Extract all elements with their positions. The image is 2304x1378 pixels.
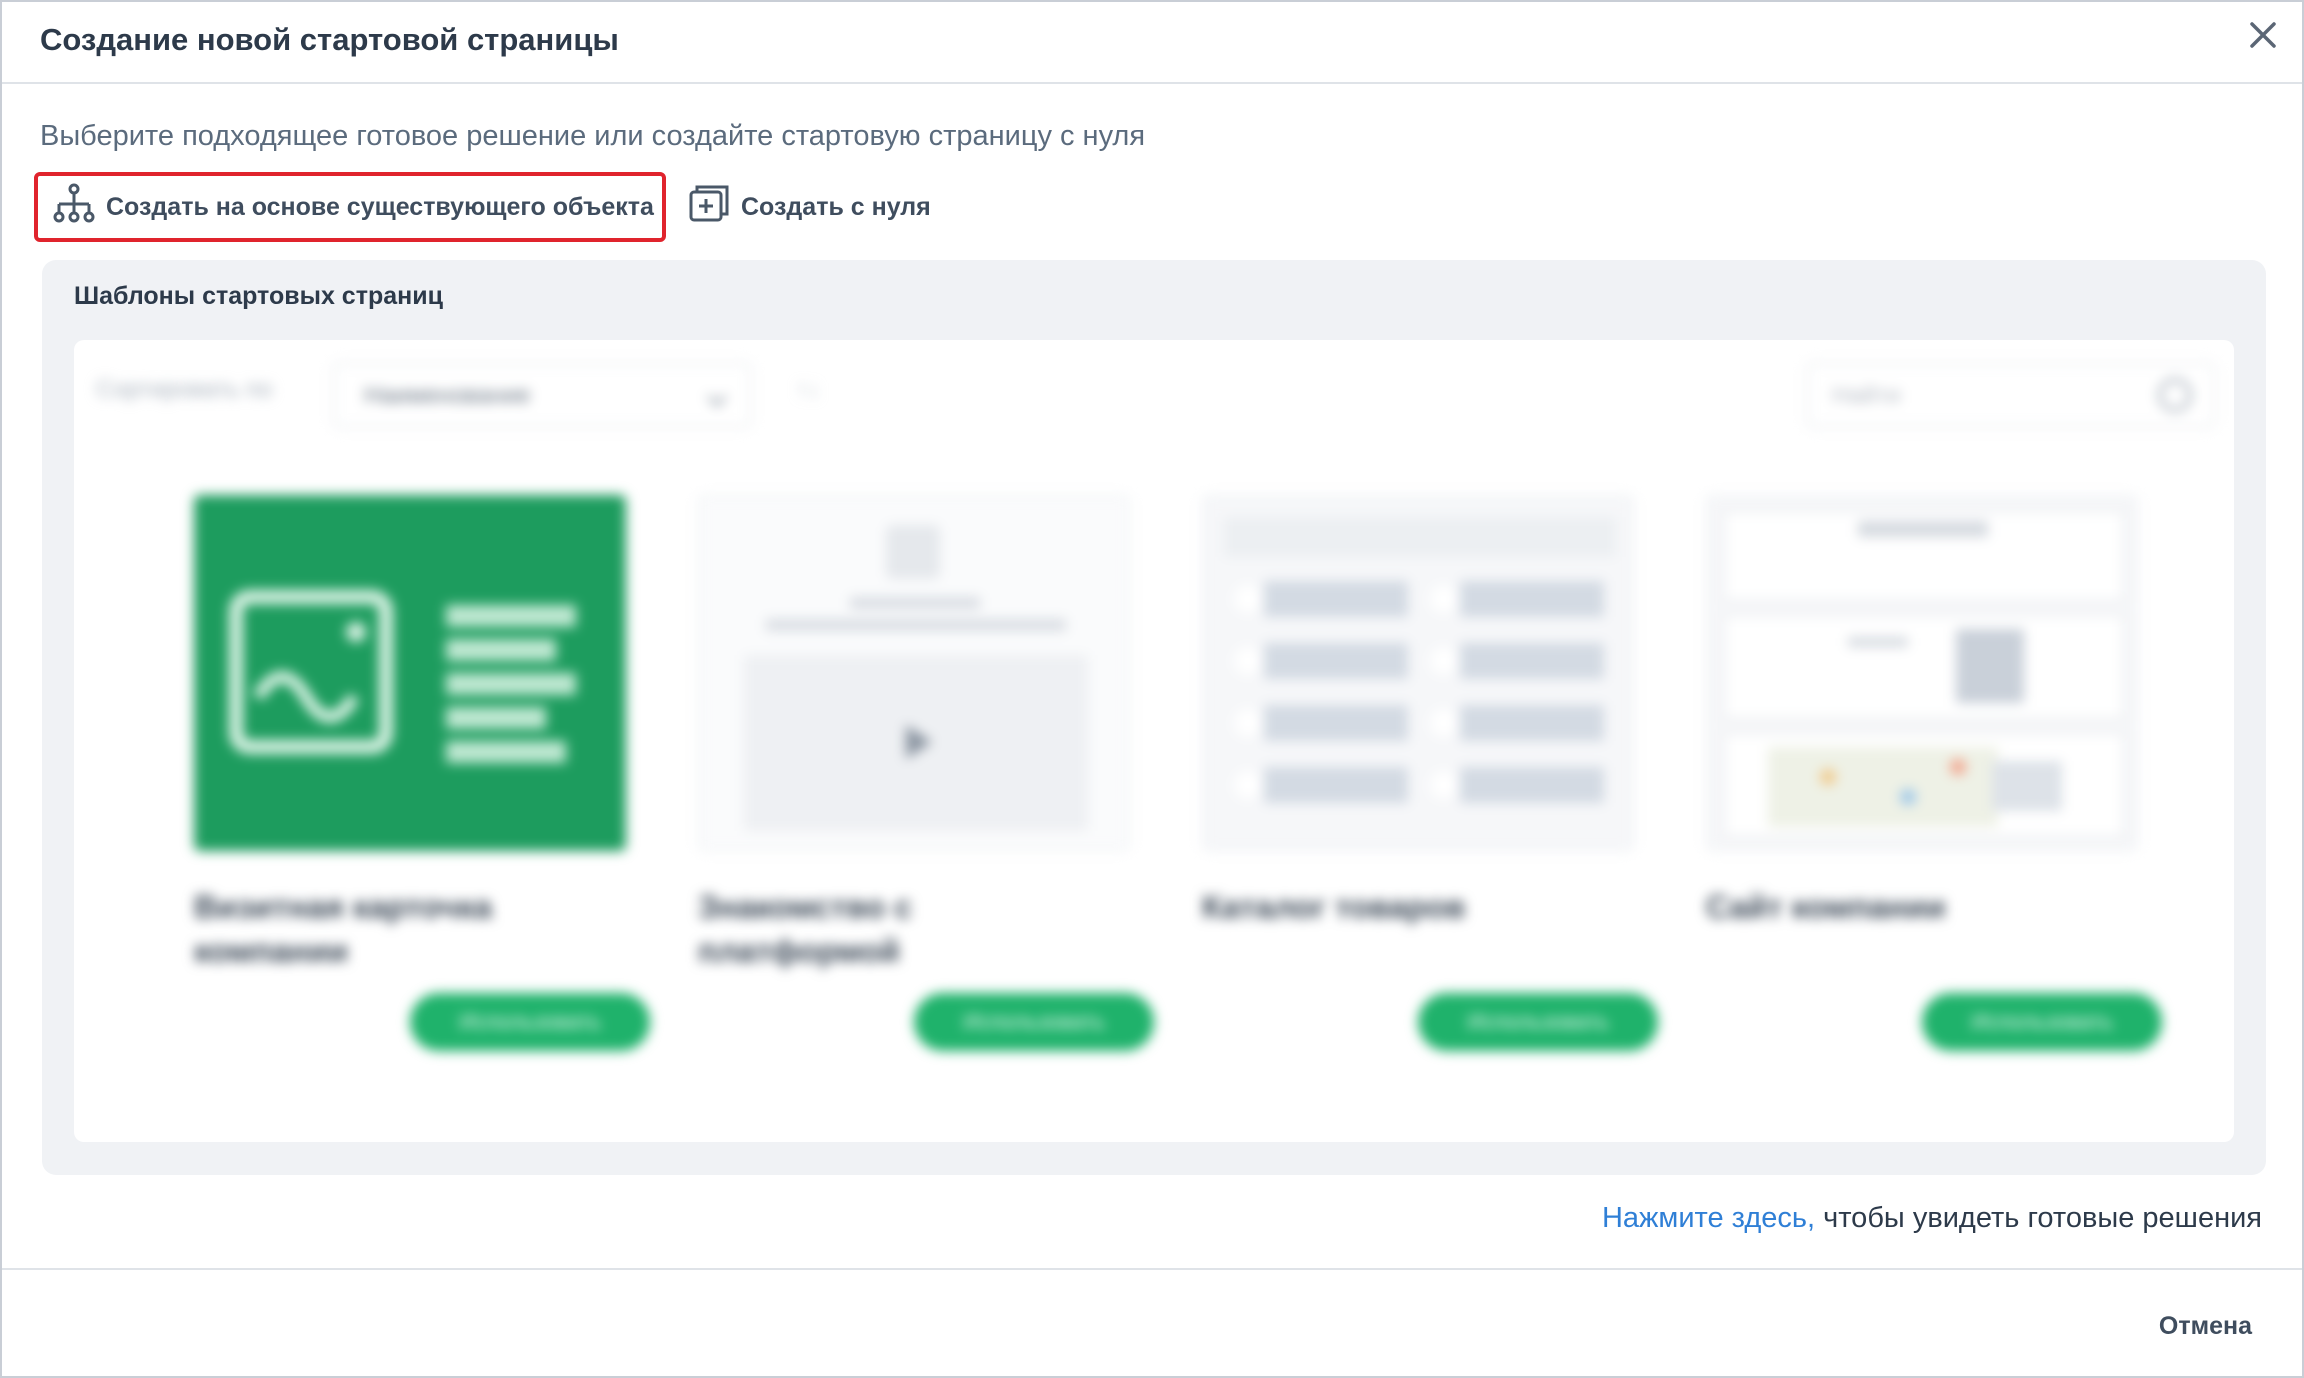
chevron-down-icon [707,387,727,407]
blurred-gallery-content: Сортировать по Наименование ↑↓ Найти Виз… [74,340,2234,1142]
sort-select[interactable]: Наименование [332,362,752,428]
use-template-button[interactable]: Использовать [1418,993,1658,1051]
template-card[interactable]: Каталог товаров Использовать [1178,495,1658,1095]
dialog-title: Создание новой стартовой страницы [40,22,619,57]
use-template-button[interactable]: Использовать [1922,993,2162,1051]
create-from-existing-label: Создать на основе существующего объекта [106,192,654,221]
ready-solutions-note: Нажмите здесь, чтобы увидеть готовые реш… [1602,1198,2262,1238]
create-from-existing-object-button[interactable]: Создать на основе существующего объекта [34,172,666,242]
template-card[interactable]: Знакомство с платформой Использовать [674,495,1154,1095]
template-card[interactable]: Сайт компании Использовать [1682,495,2162,1095]
sort-select-value: Наименование [364,382,531,409]
template-card[interactable]: Визитная карточка компании Использовать [170,495,650,1095]
template-name: Визитная карточка компании [194,889,493,969]
hierarchy-icon [52,182,96,233]
dialog-footer: Отмена [2,1268,2302,1378]
ready-solutions-link[interactable]: Нажмите здесь, [1602,1202,1815,1234]
template-thumbnail [698,495,1130,851]
template-thumbnail [1706,495,2138,851]
create-start-page-dialog: Создание новой стартовой страницы Выбери… [0,0,2304,1378]
search-icon [2158,378,2192,412]
template-thumbnail [194,495,626,851]
use-template-button[interactable]: Использовать [410,993,650,1051]
cancel-button[interactable]: Отмена [2159,1312,2252,1341]
templates-title: Шаблоны стартовых страниц [74,282,443,310]
create-from-scratch-button[interactable]: Создать с нуля [673,172,933,242]
create-from-scratch-label: Создать с нуля [741,192,931,221]
sort-label: Сортировать по [96,376,273,403]
ready-solutions-text: чтобы увидеть готовые решения [1815,1202,2262,1234]
template-name: Каталог товаров [1202,889,1466,925]
sort-direction-icon[interactable]: ↑↓ [796,376,820,404]
close-icon[interactable] [2238,10,2288,60]
template-name: Знакомство с платформой [698,889,913,969]
template-name: Сайт компании [1706,889,1946,925]
dialog-header: Создание новой стартовой страницы [2,2,2302,84]
template-search-input[interactable]: Найти [1806,362,2216,428]
use-template-button[interactable]: Использовать [914,993,1154,1051]
add-page-icon [687,182,731,233]
templates-panel: Шаблоны стартовых страниц Сортировать по… [42,260,2266,1175]
dialog-subtitle: Выберите подходящее готовое решение или … [40,120,1146,152]
search-placeholder: Найти [1832,382,1901,409]
templates-gallery: Сортировать по Наименование ↑↓ Найти Виз… [74,340,2234,1142]
template-thumbnail [1202,495,1634,851]
